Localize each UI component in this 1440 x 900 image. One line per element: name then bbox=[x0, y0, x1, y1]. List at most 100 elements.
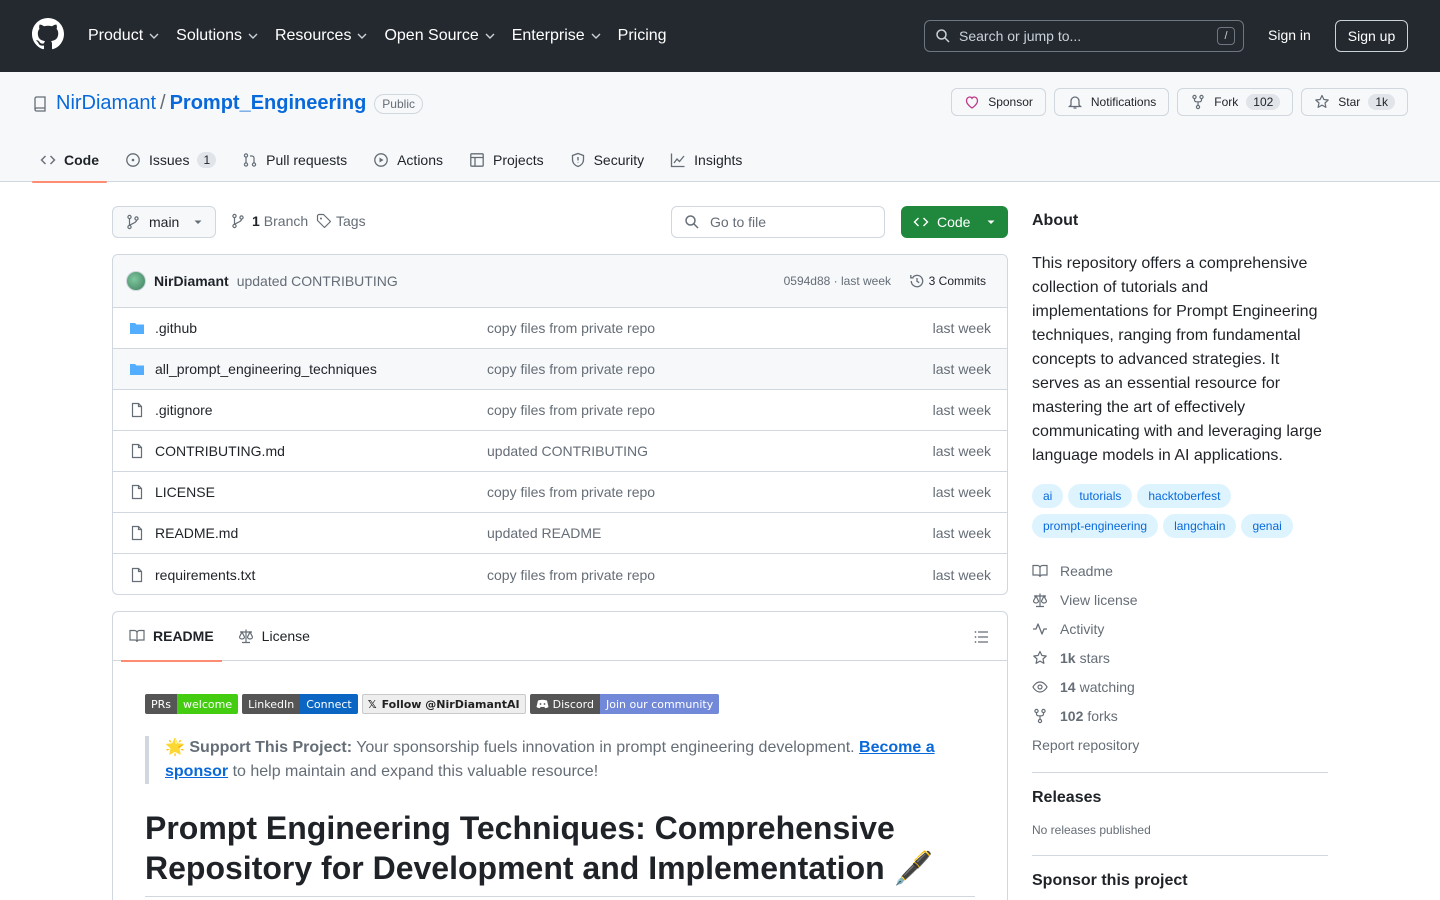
tab-actions[interactable]: Actions bbox=[365, 138, 451, 182]
forks-link[interactable]: 102 forks bbox=[1032, 701, 1328, 730]
search-input[interactable]: Search or jump to... / bbox=[924, 20, 1244, 52]
file-commit-message[interactable]: updated CONTRIBUTING bbox=[487, 443, 648, 459]
branch-selector[interactable]: main bbox=[112, 206, 216, 238]
file-name[interactable]: .github bbox=[155, 320, 197, 336]
sign-in-link[interactable]: Sign in bbox=[1268, 27, 1311, 43]
tab-label: Actions bbox=[397, 152, 444, 168]
commit-author[interactable]: NirDiamant bbox=[154, 273, 229, 289]
table-row[interactable]: .gitignore copy files from private repo … bbox=[113, 390, 1007, 431]
file-icon bbox=[131, 484, 143, 500]
commit-meta[interactable]: 0594d88 · last week bbox=[784, 274, 891, 288]
file-name[interactable]: all_prompt_engineering_techniques bbox=[155, 361, 377, 377]
file-name[interactable]: README.md bbox=[155, 525, 238, 541]
commits-link[interactable]: 3 Commits bbox=[909, 273, 986, 289]
releases-title[interactable]: Releases bbox=[1032, 789, 1328, 807]
linkedin-badge[interactable]: LinkedIn Connect bbox=[242, 694, 358, 714]
table-row[interactable]: requirements.txt copy files from private… bbox=[113, 554, 1007, 594]
file-commit-message[interactable]: copy files from private repo bbox=[487, 320, 655, 336]
go-to-file-input[interactable]: Go to file bbox=[671, 206, 885, 238]
discord-icon bbox=[536, 699, 549, 709]
chevron-down-icon bbox=[357, 33, 367, 39]
topic-tag[interactable]: ai bbox=[1032, 484, 1064, 508]
sponsor-project-title: Sponsor this project bbox=[1032, 872, 1188, 889]
branch-count: 1 bbox=[252, 213, 260, 229]
nav-open-source[interactable]: Open Source bbox=[384, 27, 495, 45]
fork-icon bbox=[1192, 94, 1204, 110]
file-name[interactable]: CONTRIBUTING.md bbox=[155, 443, 285, 459]
repo-owner-link[interactable]: NirDiamant bbox=[56, 92, 156, 115]
tab-insights[interactable]: Insights bbox=[662, 138, 750, 182]
topic-tag[interactable]: hacktoberfest bbox=[1137, 484, 1232, 508]
search-placeholder: Search or jump to... bbox=[959, 28, 1082, 44]
nav-pricing[interactable]: Pricing bbox=[618, 27, 667, 45]
table-row[interactable]: all_prompt_engineering_techniques copy f… bbox=[113, 349, 1007, 390]
branches-link[interactable]: 1 Branch bbox=[230, 213, 308, 229]
visibility-badge: Public bbox=[374, 93, 423, 114]
table-row[interactable]: .github copy files from private repo las… bbox=[113, 308, 1007, 349]
watching-count: 14 bbox=[1060, 678, 1076, 695]
global-header: Product Solutions Resources Open Source … bbox=[0, 0, 1440, 72]
discord-badge[interactable]: Discord Join our community bbox=[529, 694, 720, 714]
fork-button[interactable]: Fork 102 bbox=[1177, 88, 1294, 116]
tags-link[interactable]: Tags bbox=[316, 213, 366, 229]
file-icon bbox=[131, 402, 143, 418]
topic-tag[interactable]: genai bbox=[1241, 514, 1293, 538]
report-repository-link[interactable]: Report repository bbox=[1032, 730, 1328, 759]
list-toc-icon[interactable] bbox=[974, 629, 990, 645]
tab-license[interactable]: License bbox=[238, 612, 310, 661]
topic-tag[interactable]: prompt-engineering bbox=[1032, 514, 1159, 538]
tab-issues[interactable]: Issues 1 bbox=[117, 138, 224, 182]
topic-tag[interactable]: langchain bbox=[1163, 514, 1237, 538]
avatar[interactable] bbox=[126, 271, 146, 291]
readme-link[interactable]: Readme bbox=[1032, 556, 1328, 585]
tab-security[interactable]: Security bbox=[562, 138, 653, 182]
releases-empty-text: No releases published bbox=[1032, 823, 1151, 837]
file-name[interactable]: requirements.txt bbox=[155, 567, 255, 583]
file-commit-message[interactable]: copy files from private repo bbox=[487, 402, 655, 418]
sign-up-button[interactable]: Sign up bbox=[1335, 20, 1408, 52]
file-name[interactable]: .gitignore bbox=[155, 402, 213, 418]
tab-projects[interactable]: Projects bbox=[461, 138, 552, 182]
star-button[interactable]: Star 1k bbox=[1301, 88, 1408, 116]
notifications-label: Notifications bbox=[1090, 95, 1157, 109]
file-commit-message[interactable]: updated README bbox=[487, 525, 601, 541]
quote-bold: Support This Project: bbox=[189, 739, 353, 756]
law-icon bbox=[238, 629, 253, 644]
graph-icon bbox=[671, 153, 685, 168]
file-name[interactable]: LICENSE bbox=[155, 484, 215, 500]
file-commit-message[interactable]: copy files from private repo bbox=[487, 567, 655, 583]
tab-readme[interactable]: README bbox=[121, 612, 222, 662]
forks-label: forks bbox=[1087, 707, 1118, 724]
commit-message[interactable]: updated CONTRIBUTING bbox=[237, 273, 398, 289]
nav-resources[interactable]: Resources bbox=[275, 27, 368, 45]
sponsor-blockquote: 🌟 Support This Project: Your sponsorship… bbox=[145, 736, 975, 784]
nav-enterprise[interactable]: Enterprise bbox=[512, 27, 602, 45]
table-row[interactable]: README.md updated README last week bbox=[113, 513, 1007, 554]
branch-name: main bbox=[149, 214, 180, 230]
twitter-follow-badge[interactable]: 𝕏 Follow @NirDiamantAI bbox=[361, 694, 526, 714]
repo-separator: / bbox=[160, 92, 166, 114]
license-link[interactable]: View license bbox=[1032, 585, 1328, 614]
stars-link[interactable]: 1k stars bbox=[1032, 643, 1328, 672]
repo-sidebar: About This repository offers a comprehen… bbox=[1032, 206, 1328, 900]
tab-pull-requests[interactable]: Pull requests bbox=[234, 138, 355, 182]
sponsor-button[interactable]: Sponsor bbox=[951, 88, 1046, 116]
file-commit-message[interactable]: copy files from private repo bbox=[487, 484, 655, 500]
watchers-link[interactable]: 14 watching bbox=[1032, 672, 1328, 701]
nav-solutions[interactable]: Solutions bbox=[176, 27, 259, 45]
notifications-button[interactable]: Notifications bbox=[1053, 88, 1170, 116]
activity-link[interactable]: Activity bbox=[1032, 614, 1328, 643]
table-row[interactable]: CONTRIBUTING.md updated CONTRIBUTING las… bbox=[113, 431, 1007, 472]
code-dropdown-button[interactable]: Code bbox=[901, 206, 1008, 238]
issues-count: 1 bbox=[197, 152, 217, 168]
repo-header: NirDiamant / Prompt_Engineering Public S… bbox=[0, 72, 1440, 183]
table-icon bbox=[470, 153, 484, 167]
topic-tag[interactable]: tutorials bbox=[1068, 484, 1133, 508]
github-logo-icon[interactable] bbox=[32, 18, 64, 50]
file-commit-message[interactable]: copy files from private repo bbox=[487, 361, 655, 377]
nav-product[interactable]: Product bbox=[88, 27, 160, 45]
table-row[interactable]: LICENSE copy files from private repo las… bbox=[113, 472, 1007, 513]
repo-name-link[interactable]: Prompt_Engineering bbox=[170, 92, 367, 115]
tab-code[interactable]: Code bbox=[32, 138, 107, 183]
prs-welcome-badge[interactable]: PRs welcome bbox=[145, 694, 239, 714]
